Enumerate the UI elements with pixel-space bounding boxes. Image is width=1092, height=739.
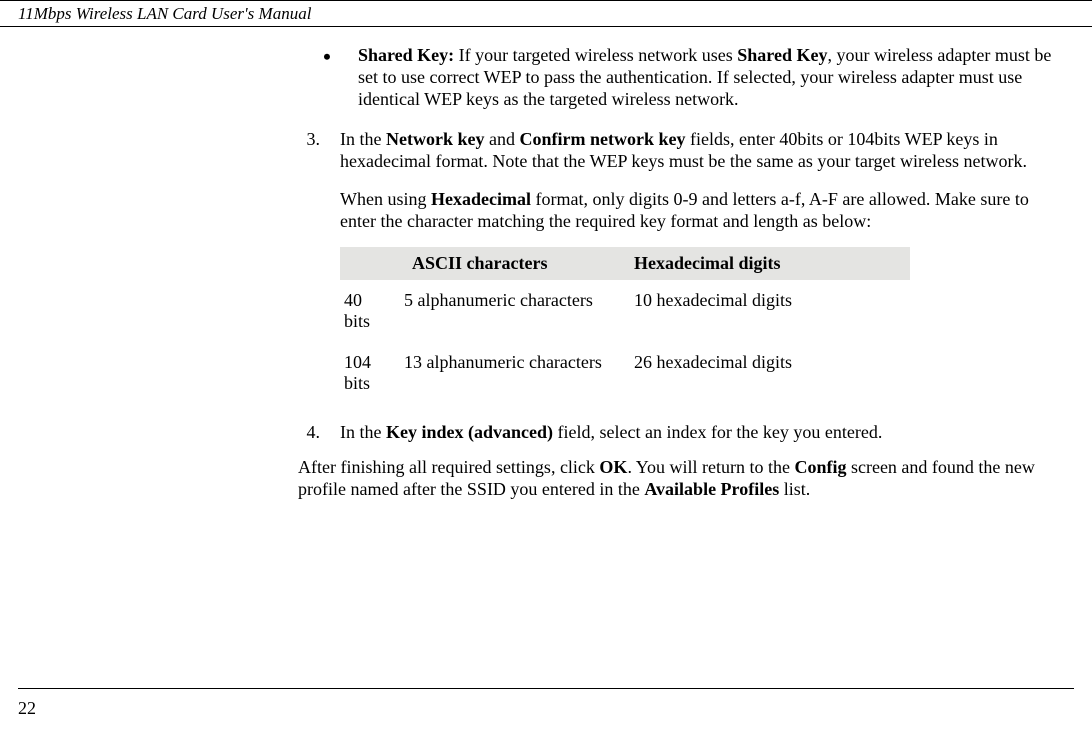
s3-pre: In the bbox=[340, 129, 386, 149]
after-pre: After finishing all required settings, c… bbox=[298, 457, 599, 477]
hex-pre: When using bbox=[340, 189, 431, 209]
s4-pre: In the bbox=[340, 422, 386, 442]
bullet-label: Shared Key: bbox=[358, 45, 454, 65]
cell-26hex: 26 hexadecimal digits bbox=[630, 342, 910, 404]
bullet-t1: If your targeted wireless network uses bbox=[454, 45, 737, 65]
header-title: 11Mbps Wireless LAN Card User's Manual bbox=[18, 4, 311, 23]
key-format-table: ASCII characters Hexadecimal digits 40 b… bbox=[340, 247, 910, 404]
step-4-num: 4. bbox=[290, 422, 320, 444]
s3-b2: Confirm network key bbox=[519, 129, 685, 149]
cell-40bits: 40 bits bbox=[340, 280, 400, 342]
table-row: 104 bits 13 alphanumeric characters 26 h… bbox=[340, 342, 910, 404]
table-header-row: ASCII characters Hexadecimal digits bbox=[340, 247, 910, 280]
page-number: 22 bbox=[18, 698, 36, 719]
step-3: 3. In the Network key and Confirm networ… bbox=[290, 129, 1062, 173]
after-b2: Config bbox=[794, 457, 846, 477]
bullet-marker: • bbox=[310, 45, 344, 111]
cell-13alpha: 13 alphanumeric characters bbox=[400, 342, 630, 404]
cell-10hex: 10 hexadecimal digits bbox=[630, 280, 910, 342]
th-hex: Hexadecimal digits bbox=[630, 247, 910, 280]
top-border bbox=[0, 0, 1092, 1]
after-post: list. bbox=[779, 479, 810, 499]
step-4-text: In the Key index (advanced) field, selec… bbox=[320, 422, 1062, 444]
after-mid: . You will return to the bbox=[627, 457, 794, 477]
th-ascii: ASCII characters bbox=[340, 247, 630, 280]
table-row: 40 bits 5 alphanumeric characters 10 hex… bbox=[340, 280, 910, 342]
page-content: • Shared Key: If your targeted wireless … bbox=[0, 27, 1092, 501]
hex-b: Hexadecimal bbox=[431, 189, 531, 209]
s4-post: field, select an index for the key you e… bbox=[553, 422, 882, 442]
after-b1: OK bbox=[599, 457, 627, 477]
step-4: 4. In the Key index (advanced) field, se… bbox=[290, 422, 1062, 444]
bottom-border bbox=[18, 688, 1074, 689]
bullet-text: Shared Key: If your targeted wireless ne… bbox=[344, 45, 1062, 111]
hex-paragraph: When using Hexadecimal format, only digi… bbox=[340, 189, 1062, 233]
after-paragraph: After finishing all required settings, c… bbox=[298, 456, 1062, 501]
page-header: 11Mbps Wireless LAN Card User's Manual bbox=[0, 0, 1092, 27]
s4-b: Key index (advanced) bbox=[386, 422, 553, 442]
after-b3: Available Profiles bbox=[644, 479, 779, 499]
s3-b1: Network key bbox=[386, 129, 484, 149]
cell-104bits: 104 bits bbox=[340, 342, 400, 404]
step-3-num: 3. bbox=[290, 129, 320, 173]
bullet-shared-key: • Shared Key: If your targeted wireless … bbox=[310, 45, 1062, 111]
cell-5alpha: 5 alphanumeric characters bbox=[400, 280, 630, 342]
s3-mid: and bbox=[484, 129, 519, 149]
step-3-text: In the Network key and Confirm network k… bbox=[320, 129, 1062, 173]
bullet-b1: Shared Key bbox=[737, 45, 827, 65]
